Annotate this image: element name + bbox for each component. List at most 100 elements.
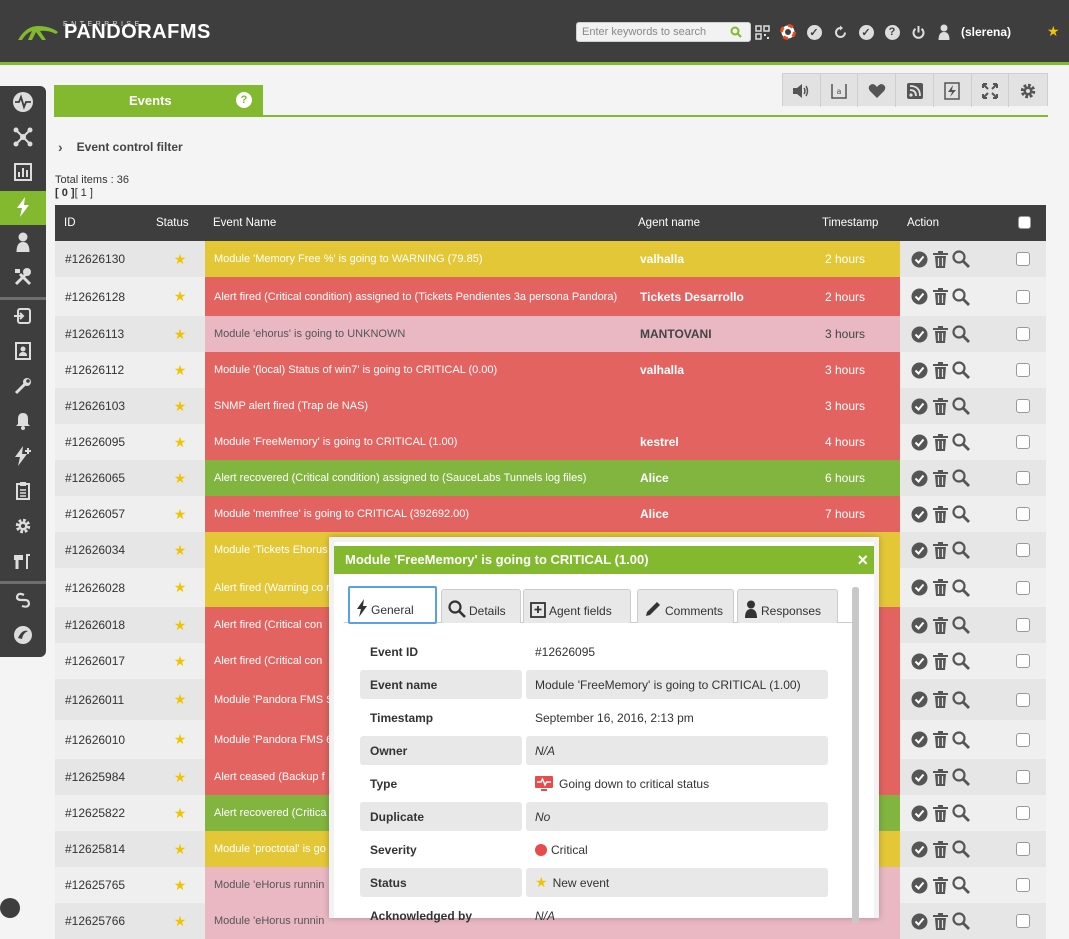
sidebar-item-admin-tools[interactable]	[0, 545, 46, 579]
sidebar-item-tools[interactable]	[0, 261, 46, 295]
help-icon[interactable]: ?	[884, 24, 900, 40]
show-more-magnifier-icon[interactable]	[952, 578, 970, 597]
delete-trash-icon[interactable]	[931, 912, 949, 930]
sidebar-item-ehorus[interactable]	[0, 619, 46, 653]
validate-check-icon[interactable]	[910, 691, 928, 709]
rss-icon[interactable]	[896, 74, 934, 107]
delete-trash-icon[interactable]	[931, 652, 949, 670]
row-checkbox[interactable]	[1016, 290, 1030, 304]
sidebar-item-alerts[interactable]	[0, 405, 46, 439]
sidebar-item-topology[interactable]	[0, 121, 46, 155]
agent-name[interactable]: Alice	[640, 460, 669, 496]
delete-trash-icon[interactable]	[931, 840, 949, 858]
validate-check-icon[interactable]	[910, 768, 928, 786]
show-more-magnifier-icon[interactable]	[952, 912, 970, 930]
validate-check-icon[interactable]	[910, 505, 928, 523]
row-checkbox[interactable]	[1016, 399, 1030, 413]
table-row[interactable]: #12626112 ★ Module '(local) Status of win7…	[55, 352, 1046, 388]
row-checkbox[interactable]	[1016, 806, 1030, 820]
show-more-magnifier-icon[interactable]	[952, 361, 970, 379]
show-more-magnifier-icon[interactable]	[952, 541, 970, 559]
ok-check-icon[interactable]: ✓	[858, 24, 874, 40]
validate-check-icon[interactable]	[910, 840, 928, 858]
tab-responses[interactable]: Responses	[737, 589, 838, 623]
username[interactable]: (slerena)	[961, 25, 1011, 39]
delete-trash-icon[interactable]	[931, 768, 949, 786]
sidebar-item-manage-events[interactable]	[0, 440, 46, 474]
event-name-cell[interactable]: Module '(local) Status of win7' is going…	[205, 352, 901, 388]
row-checkbox[interactable]	[1016, 435, 1030, 449]
validate-check-icon[interactable]	[910, 616, 928, 634]
delete-trash-icon[interactable]	[931, 876, 949, 894]
delete-trash-icon[interactable]	[931, 250, 949, 268]
row-checkbox[interactable]	[1016, 252, 1030, 266]
show-more-magnifier-icon[interactable]	[952, 690, 970, 709]
show-more-magnifier-icon[interactable]	[952, 616, 970, 634]
agent-name[interactable]: Tickets Desarrollo	[640, 277, 744, 316]
show-more-magnifier-icon[interactable]	[952, 730, 970, 749]
sidebar-item-configuration[interactable]	[0, 370, 46, 404]
delete-trash-icon[interactable]	[931, 616, 949, 634]
table-row[interactable]: #12626128 ★ Alert fired (Critical conditio…	[55, 277, 1046, 316]
row-checkbox[interactable]	[1016, 770, 1030, 784]
table-row[interactable]: #12626113 ★ Module 'ehorus' is going to UN…	[55, 316, 1046, 352]
col-status[interactable]: Status	[156, 217, 189, 229]
col-timestamp[interactable]: Timestamp	[822, 217, 878, 229]
validate-check-icon[interactable]	[910, 325, 928, 343]
fullscreen-icon[interactable]	[972, 74, 1010, 107]
show-more-magnifier-icon[interactable]	[952, 768, 970, 786]
row-checkbox[interactable]	[1016, 693, 1030, 707]
sidebar-item-events[interactable]	[0, 191, 46, 225]
tab-comments[interactable]: Comments	[637, 589, 734, 623]
show-more-magnifier-icon[interactable]	[952, 840, 970, 858]
show-more-magnifier-icon[interactable]	[952, 652, 970, 670]
validate-check-icon[interactable]	[910, 469, 928, 487]
sidebar-item-profiles[interactable]	[0, 335, 46, 369]
sidebar-item-links[interactable]	[0, 584, 46, 618]
row-checkbox[interactable]	[1016, 327, 1030, 341]
text-view-icon[interactable]: a	[821, 74, 859, 107]
page-link[interactable]: [ 1 ]	[75, 187, 93, 199]
sound-icon[interactable]	[783, 74, 821, 107]
table-row[interactable]: #12626095 ★ Module 'FreeMemory' is going t…	[55, 424, 1046, 460]
agent-name[interactable]: valhalla	[640, 352, 684, 388]
show-more-magnifier-icon[interactable]	[952, 397, 970, 415]
validate-check-icon[interactable]	[910, 912, 928, 930]
col-id[interactable]: ID	[64, 217, 76, 229]
tab-events[interactable]: Events ?	[54, 85, 263, 115]
sidebar-item-reporting[interactable]	[0, 156, 46, 190]
agent-name[interactable]: Alice	[640, 496, 669, 532]
ok-check-icon[interactable]: ✓	[806, 24, 822, 40]
tab-details[interactable]: Details	[441, 589, 521, 623]
sidebar-item-users[interactable]	[0, 226, 46, 260]
show-more-magnifier-icon[interactable]	[952, 325, 970, 343]
scroll-handle[interactable]	[0, 898, 20, 918]
delete-trash-icon[interactable]	[931, 804, 949, 822]
table-row[interactable]: #12626103 ★ SNMP alert fired (Trap de NAS)…	[55, 388, 1046, 424]
sidebar-item-servers[interactable]	[0, 475, 46, 509]
event-name-cell[interactable]: Alert fired (Critical condition) assigne…	[205, 277, 901, 316]
validate-check-icon[interactable]	[910, 397, 928, 415]
validate-check-icon[interactable]	[910, 250, 928, 268]
heart-icon[interactable]	[858, 74, 897, 107]
help-icon[interactable]: ?	[236, 92, 252, 108]
validate-check-icon[interactable]	[910, 288, 928, 306]
validate-check-icon[interactable]	[910, 804, 928, 822]
event-name-cell[interactable]: Module 'memfree' is going to CRITICAL (3…	[205, 496, 901, 532]
delete-trash-icon[interactable]	[931, 541, 949, 559]
table-row[interactable]: #12626057 ★ Module 'memfree' is going to C…	[55, 496, 1046, 532]
agent-name[interactable]: kestrel	[640, 424, 679, 460]
show-more-magnifier-icon[interactable]	[952, 287, 970, 306]
col-agent-name[interactable]: Agent name	[638, 217, 700, 229]
show-more-magnifier-icon[interactable]	[952, 433, 970, 451]
sidebar-item-monitoring[interactable]	[0, 86, 46, 120]
support-lifebuoy-icon[interactable]	[780, 24, 796, 40]
star-icon[interactable]: ★	[1047, 23, 1060, 40]
event-control-filter[interactable]: › Event control filter	[58, 139, 183, 155]
validate-check-icon[interactable]	[910, 652, 928, 670]
row-checkbox[interactable]	[1016, 914, 1030, 928]
row-checkbox[interactable]	[1016, 543, 1030, 557]
delete-trash-icon[interactable]	[931, 691, 949, 709]
validate-check-icon[interactable]	[910, 541, 928, 559]
select-all-checkbox[interactable]	[1018, 216, 1031, 229]
